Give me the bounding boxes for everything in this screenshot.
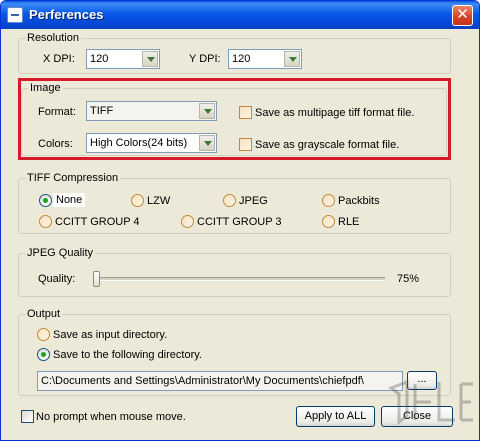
tiff-ccitt4-label[interactable]: CCITT GROUP 4	[55, 215, 140, 229]
tiff-ccitt3-radio[interactable]	[181, 215, 194, 228]
save-following-dir-label[interactable]: Save to the following directory.	[53, 348, 202, 362]
chevron-down-icon[interactable]	[199, 135, 215, 151]
colors-label: Colors:	[38, 138, 73, 150]
tiff-packbits-radio[interactable]	[322, 194, 335, 207]
quality-label: Quality:	[38, 273, 76, 285]
x-dpi-label: X DPI:	[43, 53, 75, 65]
output-group-label: Output	[25, 308, 63, 320]
image-group-label: Image	[28, 82, 63, 94]
format-label: Format:	[38, 106, 76, 118]
format-value: TIFF	[90, 105, 114, 117]
window-menu-icon[interactable]	[7, 7, 23, 23]
save-following-dir-radio[interactable]	[37, 348, 50, 361]
colors-combo[interactable]: High Colors(24 bits)	[86, 133, 217, 153]
quality-slider-track[interactable]	[93, 277, 385, 281]
multipage-checkbox[interactable]	[239, 106, 252, 119]
chevron-down-icon[interactable]	[284, 51, 300, 67]
watermark-logo-icon	[387, 379, 473, 425]
tiff-packbits-label[interactable]: Packbits	[338, 194, 380, 208]
tiff-rle-label[interactable]: RLE	[338, 215, 359, 229]
y-dpi-value: 120	[232, 53, 251, 65]
window-title: Perferences	[29, 7, 104, 22]
grayscale-label[interactable]: Save as grayscale format file.	[255, 138, 399, 152]
preferences-dialog: Perferences ✕ Resolution X DPI: 120 Y DP…	[0, 0, 480, 441]
multipage-label[interactable]: Save as multipage tiff format file.	[255, 106, 414, 120]
quality-value: 75%	[397, 273, 420, 285]
tiff-compression-label: TIFF Compression	[25, 172, 121, 184]
apply-to-all-button[interactable]: Apply to ALL	[296, 406, 375, 427]
grayscale-checkbox[interactable]	[239, 138, 252, 151]
y-dpi-label: Y DPI:	[189, 53, 221, 65]
jpeg-quality-label: JPEG Quality	[25, 247, 96, 259]
tiff-lzw-label[interactable]: LZW	[147, 194, 170, 208]
jpeg-quality-group: JPEG Quality	[18, 247, 451, 297]
tiff-lzw-radio[interactable]	[131, 194, 144, 207]
x-dpi-combo[interactable]: 120	[86, 49, 160, 69]
format-combo[interactable]: TIFF	[86, 101, 217, 121]
tiff-none-radio[interactable]	[39, 194, 52, 207]
close-window-button[interactable]: ✕	[452, 5, 473, 26]
tiff-rle-radio[interactable]	[322, 215, 335, 228]
resolution-group-label: Resolution	[25, 32, 81, 44]
output-directory-field[interactable]: C:\Documents and Settings\Administrator\…	[37, 371, 403, 391]
x-dpi-value: 120	[90, 53, 109, 65]
chevron-down-icon[interactable]	[142, 51, 158, 67]
output-directory-value: C:\Documents and Settings\Administrator\…	[41, 375, 364, 387]
tiff-ccitt4-radio[interactable]	[39, 215, 52, 228]
no-prompt-label[interactable]: No prompt when mouse move.	[36, 410, 186, 424]
tiff-jpeg-label[interactable]: JPEG	[239, 194, 268, 208]
title-bar[interactable]: Perferences ✕	[1, 1, 479, 29]
y-dpi-combo[interactable]: 120	[228, 49, 302, 69]
no-prompt-checkbox[interactable]	[21, 410, 34, 423]
tiff-none-label[interactable]: None	[53, 193, 86, 207]
save-input-dir-radio[interactable]	[37, 328, 50, 341]
save-input-dir-label[interactable]: Save as input directory.	[53, 328, 167, 342]
quality-slider-thumb[interactable]	[93, 271, 100, 287]
chevron-down-icon[interactable]	[199, 103, 215, 119]
tiff-ccitt3-label[interactable]: CCITT GROUP 3	[197, 215, 282, 229]
tiff-jpeg-radio[interactable]	[223, 194, 236, 207]
colors-value: High Colors(24 bits)	[90, 137, 188, 149]
